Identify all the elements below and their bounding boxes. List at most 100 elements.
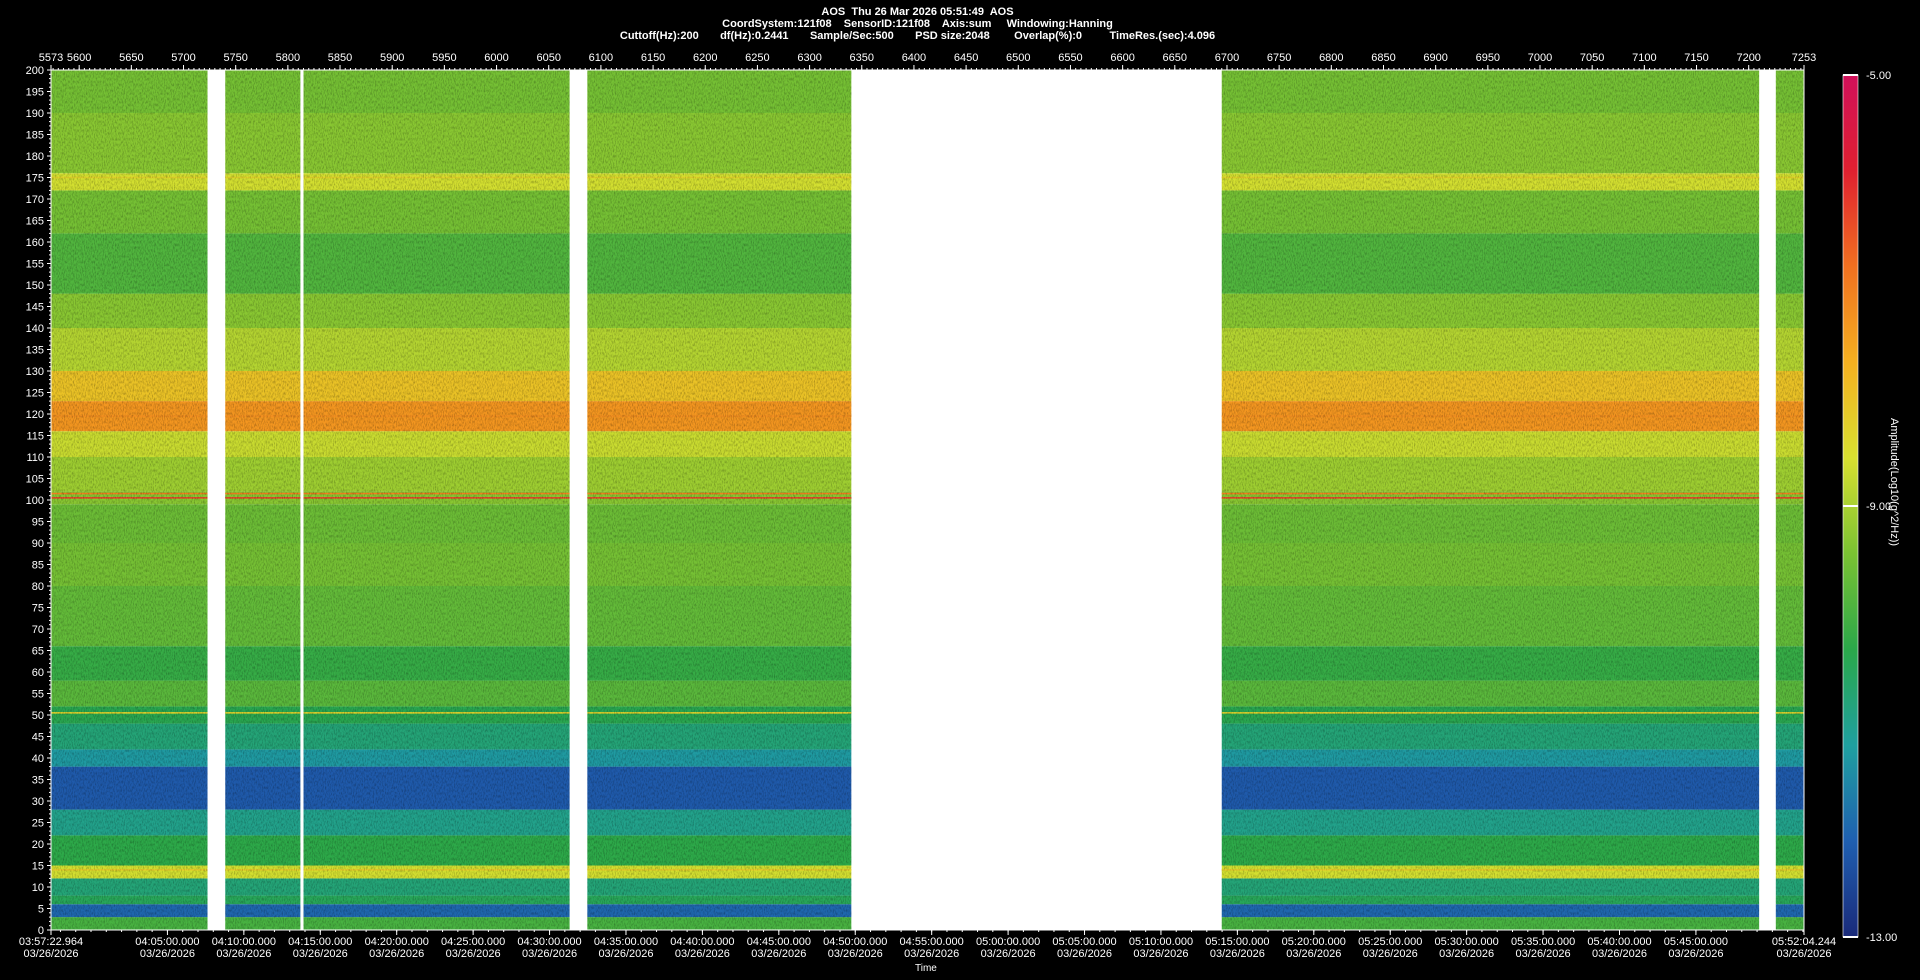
y-axis-tick-label: 195	[26, 87, 44, 99]
bottom-axis-tick-time: 04:50:00.000	[823, 936, 887, 948]
y-axis-tick-label: 5	[38, 904, 44, 916]
colorbar-tick-label: -5.00	[1866, 70, 1891, 82]
bottom-axis-tick-time: 05:10:00.000	[1129, 936, 1193, 948]
spectrogram-noise-overlay	[1775, 70, 1804, 930]
top-axis-tick-label: 5750	[223, 52, 247, 64]
y-axis-tick-label: 160	[26, 237, 44, 249]
bottom-axis-tick-date: 03/26/2026	[1057, 948, 1112, 960]
bottom-axis-tick-time: 05:15:00.000	[1205, 936, 1269, 948]
y-axis-tick-label: 55	[32, 689, 44, 701]
spectrogram-noise-overlay	[1221, 70, 1760, 930]
chart-title: AOS Thu 26 Mar 2026 05:51:49 AOS	[821, 6, 1014, 18]
top-axis-tick-label: 7000	[1528, 52, 1552, 64]
chart-subtitle-params: Cuttoff(Hz):200 df(Hz):0.2441 Sample/Sec…	[619, 30, 1216, 42]
y-axis-tick-label: 200	[26, 65, 44, 77]
y-axis-tick-label: 170	[26, 194, 44, 206]
top-axis-tick-label: 5573	[39, 52, 63, 64]
y-axis-tick-label: 120	[26, 409, 44, 421]
bottom-axis-tick-date: 03/26/2026	[904, 948, 959, 960]
bottom-axis-tick-time: 05:40:00.000	[1587, 936, 1651, 948]
y-axis-tick-label: 50	[32, 710, 44, 722]
y-axis-tick-label: 45	[32, 732, 44, 744]
top-axis-tick-label: 6000	[484, 52, 508, 64]
colorbar-tick-label: -13.00	[1866, 932, 1897, 944]
bottom-axis-tick-date: 03/26/2026	[1776, 948, 1831, 960]
y-axis-tick-label: 150	[26, 280, 44, 292]
bottom-axis-tick-time: 05:25:00.000	[1358, 936, 1422, 948]
top-axis-tick-label: 7200	[1736, 52, 1760, 64]
y-axis-tick-label: 35	[32, 775, 44, 787]
top-axis-tick-label: 7150	[1684, 52, 1708, 64]
bottom-axis-tick-date: 03/26/2026	[293, 948, 348, 960]
y-axis-tick-label: 90	[32, 538, 44, 550]
bottom-axis-tick-date: 03/26/2026	[369, 948, 424, 960]
bottom-axis-tick-date: 03/26/2026	[1439, 948, 1494, 960]
y-axis-tick-label: 185	[26, 130, 44, 142]
top-axis-tick-label: 5850	[328, 52, 352, 64]
bottom-axis-tick-date: 03/26/2026	[216, 948, 271, 960]
bottom-axis-tick-time: 05:05:00.000	[1052, 936, 1116, 948]
bottom-axis-tick-time: 05:35:00.000	[1511, 936, 1575, 948]
y-axis-tick-label: 25	[32, 818, 44, 830]
top-axis-tick-label: 6950	[1476, 52, 1500, 64]
top-axis-tick-label: 6300	[797, 52, 821, 64]
top-axis-tick-label: 5950	[432, 52, 456, 64]
bottom-axis-tick-time: 05:52:04.244	[1772, 936, 1836, 948]
top-axis-tick-label: 5600	[67, 52, 91, 64]
top-axis-tick-label: 7050	[1580, 52, 1604, 64]
bottom-axis-tick-date: 03/26/2026	[828, 948, 883, 960]
bottom-axis-tick-date: 03/26/2026	[1516, 948, 1571, 960]
y-axis-tick-label: 115	[26, 431, 44, 443]
y-axis-tick-label: 140	[26, 323, 44, 335]
y-axis-tick-label: 85	[32, 560, 44, 572]
top-axis-tick-label: 6550	[1058, 52, 1082, 64]
y-axis-tick-label: 180	[26, 151, 44, 163]
spectrogram-chart: 0510152025303540455055606570758085909510…	[19, 52, 1897, 960]
spectrogram-noise-overlay	[303, 70, 570, 930]
top-axis-tick-label: 5800	[276, 52, 300, 64]
y-axis-tick-label: 175	[26, 173, 44, 185]
y-axis-tick-label: 135	[26, 345, 44, 357]
bottom-axis-tick-date: 03/26/2026	[23, 948, 78, 960]
top-axis-tick-label: 6250	[745, 52, 769, 64]
bottom-axis-tick-time: 05:30:00.000	[1435, 936, 1499, 948]
bottom-axis-tick-date: 03/26/2026	[675, 948, 730, 960]
y-axis-tick-label: 100	[26, 495, 44, 507]
y-axis-tick-label: 125	[26, 388, 44, 400]
y-axis-tick-label: 60	[32, 667, 44, 679]
top-axis-tick-label: 5650	[119, 52, 143, 64]
y-axis-tick-label: 70	[32, 624, 44, 636]
spectrogram-plot-area: 0 5 10 15 20 25 30 35 40 45 50 55 60 65 70 75 80 85 90 95 10…	[0, 44, 1920, 980]
y-axis-tick-label: 30	[32, 796, 44, 808]
y-axis-tick-label: 165	[26, 216, 44, 228]
bottom-axis-tick-time: 05:45:00.000	[1664, 936, 1728, 948]
y-axis-tick-label: 145	[26, 302, 44, 314]
y-axis-tick-label: 40	[32, 753, 44, 765]
bottom-axis-tick-date: 03/26/2026	[1668, 948, 1723, 960]
bottom-axis-tick-date: 03/26/2026	[1286, 948, 1341, 960]
bottom-axis-tick-date: 03/26/2026	[598, 948, 653, 960]
bottom-axis-tick-date: 03/26/2026	[1363, 948, 1418, 960]
bottom-axis-tick-time: 04:20:00.000	[365, 936, 429, 948]
bottom-axis-tick-date: 03/26/2026	[981, 948, 1036, 960]
bottom-axis-tick-time: 05:20:00.000	[1282, 936, 1346, 948]
bottom-axis-tick-date: 03/26/2026	[751, 948, 806, 960]
top-axis-tick-label: 6650	[1163, 52, 1187, 64]
y-axis-tick-label: 75	[32, 603, 44, 615]
top-axis-tick-label: 5900	[380, 52, 404, 64]
y-axis-tick-label: 10	[32, 882, 44, 894]
top-axis-tick-label: 6100	[589, 52, 613, 64]
top-axis-tick-label: 6200	[693, 52, 717, 64]
bottom-axis-tick-time: 04:45:00.000	[747, 936, 811, 948]
chart-header: AOS Thu 26 Mar 2026 05:51:49 AOS CoordSy…	[0, 0, 1835, 44]
bottom-axis-tick-date: 03/26/2026	[1592, 948, 1647, 960]
top-axis-tick-label: 6400	[902, 52, 926, 64]
bottom-axis-tick-time: 04:35:00.000	[594, 936, 658, 948]
bottom-axis-tick-date: 03/26/2026	[1133, 948, 1188, 960]
y-axis-tick-label: 65	[32, 646, 44, 658]
top-axis-tick-label: 7100	[1632, 52, 1656, 64]
spectrogram-noise-overlay	[51, 70, 208, 930]
top-axis-tick-label: 7253	[1792, 52, 1816, 64]
bottom-axis-tick-time: 04:55:00.000	[900, 936, 964, 948]
top-axis-tick-label: 6750	[1267, 52, 1291, 64]
